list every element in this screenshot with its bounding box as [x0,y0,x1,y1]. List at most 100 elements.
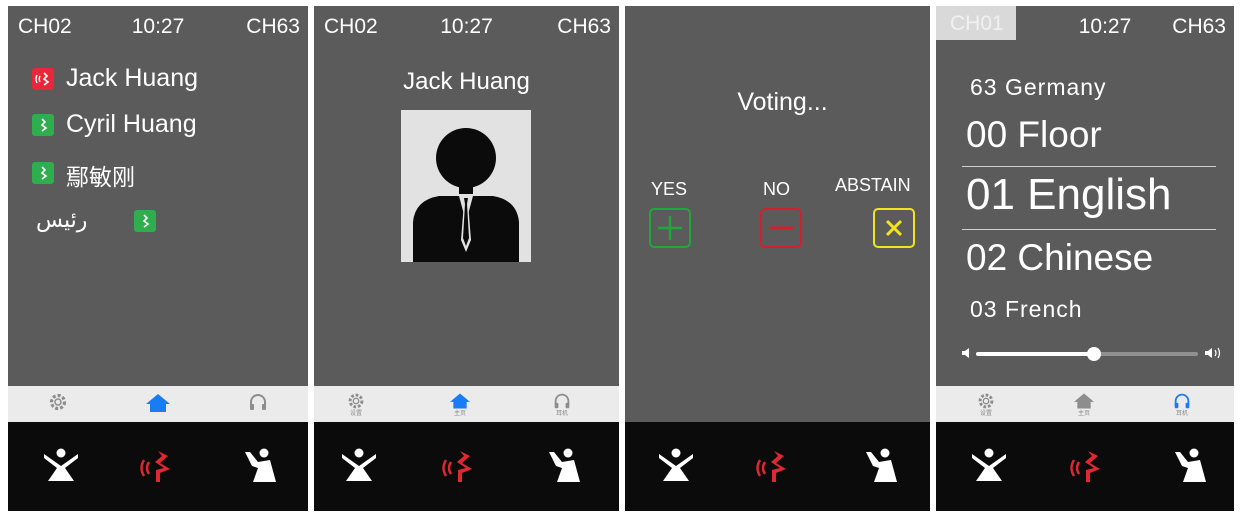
speak-request-icon [756,451,786,482]
channel-right: CH63 [246,15,300,38]
priority-chair-icon [866,448,897,482]
vote-no-label: NO [763,179,790,199]
status-bar: CH02 10:27 CH63 [314,6,619,48]
divider [962,166,1216,167]
tab-home[interactable]: 主页 [1054,386,1114,422]
vote-no-button[interactable] [760,208,802,248]
vote-abstain-button[interactable] [873,208,915,248]
mic-control-bar [8,422,308,511]
cross-icon [885,219,903,237]
gear-icon [978,393,994,409]
speak-button[interactable] [750,442,800,492]
priority-chair-icon [549,448,580,482]
voting-screen: Voting... YES NO ABSTAIN [625,6,930,511]
channel-item[interactable]: 02 Chinese [966,237,1153,279]
tab-home[interactable]: 主页 [430,386,490,422]
speak-request-icon [1070,451,1100,482]
channel-item[interactable]: 03 French [970,296,1083,323]
request-cancel-button[interactable] [36,442,86,492]
tab-label: 设置 [979,411,992,417]
tab-label: 耳机 [1175,411,1188,417]
voting-title: Voting... [737,88,828,116]
tab-headphones[interactable]: 耳机 [1152,386,1212,422]
home-icon [146,394,170,412]
speaker-item[interactable]: 鄢敏刚 [32,158,292,191]
gear-icon [49,393,67,411]
speak-request-icon [140,451,170,482]
request-cancel-button[interactable] [964,442,1014,492]
speaker-name: رئيس [36,208,88,233]
speak-button[interactable] [1064,442,1114,492]
avatar [401,110,531,262]
channel-right: CH63 [557,15,611,38]
speaker-name: Jack Huang [66,64,199,92]
tab-label: 设置 [349,411,362,417]
request-badge-icon [134,210,156,232]
priority-chair-icon [1175,448,1206,482]
volume-low-icon [962,348,969,358]
tab-bar: 设置 主页 耳机 [936,386,1234,422]
person-silhouette-icon [413,128,519,262]
channel-right: CH63 [1172,15,1226,38]
home-icon [450,393,470,409]
speak-button[interactable] [436,442,486,492]
tab-settings[interactable]: 设置 [326,386,386,422]
channel-item[interactable]: 00 Floor [966,114,1102,156]
gear-icon [348,393,364,409]
speaker-list-screen: CH02 10:27 CH63 Jack Huang Cyril Huang 鄢… [8,6,308,511]
status-bar: CH02 10:27 CH63 [8,6,308,48]
priority-button[interactable] [236,442,286,492]
speaker-name: Jack Huang [403,68,530,95]
minus-icon [769,226,793,230]
speaker-item[interactable]: Jack Huang [32,64,292,94]
home-icon [1074,393,1094,409]
priority-button[interactable] [1166,442,1216,492]
request-cancel-button[interactable] [334,442,384,492]
vote-yes-button[interactable] [649,208,691,248]
vote-abstain-label: ABSTAIN [835,175,911,195]
tab-label: 主页 [1077,411,1090,417]
request-cancel-icon [342,448,376,481]
vote-yes-label: YES [651,179,688,199]
tab-home[interactable] [128,386,188,422]
plus-icon [658,216,682,240]
headphones-icon [554,393,570,409]
speaker-name: 鄢敏刚 [66,165,135,191]
speak-request-icon [442,451,472,482]
tab-headphones[interactable] [228,386,288,422]
volume-fill [976,352,1094,356]
current-channel-label: 63 Germany [970,74,1107,100]
headphones-icon [250,394,266,410]
request-cancel-icon [659,448,693,481]
request-cancel-icon [972,448,1006,481]
mic-control-bar [936,422,1234,511]
status-bar: CH01 10:27 CH63 [936,6,1234,48]
channel-item-selected[interactable]: 01 English [966,170,1171,220]
speaker-item[interactable]: رئيس [32,206,292,236]
volume-slider[interactable] [976,347,1198,361]
language-screen: CH01 10:27 CH63 63 Germany 00 Floor 01 E… [936,6,1234,511]
tab-settings[interactable]: 设置 [956,386,1016,422]
volume-handle[interactable] [1086,347,1101,361]
tab-bar: 设置 主页 耳机 [314,386,619,422]
speaker-name: Cyril Huang [66,110,197,138]
request-badge-icon [32,162,54,184]
mic-control-bar [625,422,930,511]
priority-chair-icon [245,448,276,482]
tab-headphones[interactable]: 耳机 [532,386,592,422]
request-cancel-icon [44,448,78,481]
speaking-badge-icon [32,68,54,90]
headphones-icon [1174,393,1190,409]
speaker-detail-screen: CH02 10:27 CH63 Jack Huang 设置 主页 耳机 [314,6,619,511]
speak-button[interactable] [134,442,184,492]
priority-button[interactable] [540,442,590,492]
priority-button[interactable] [857,442,907,492]
tab-label: 主页 [453,411,466,417]
divider [962,229,1216,230]
request-badge-icon [32,114,54,136]
tab-label: 耳机 [555,411,568,417]
tab-settings[interactable] [28,386,88,422]
speaker-item[interactable]: Cyril Huang [32,110,292,140]
request-cancel-button[interactable] [651,442,701,492]
tab-bar [8,386,308,422]
